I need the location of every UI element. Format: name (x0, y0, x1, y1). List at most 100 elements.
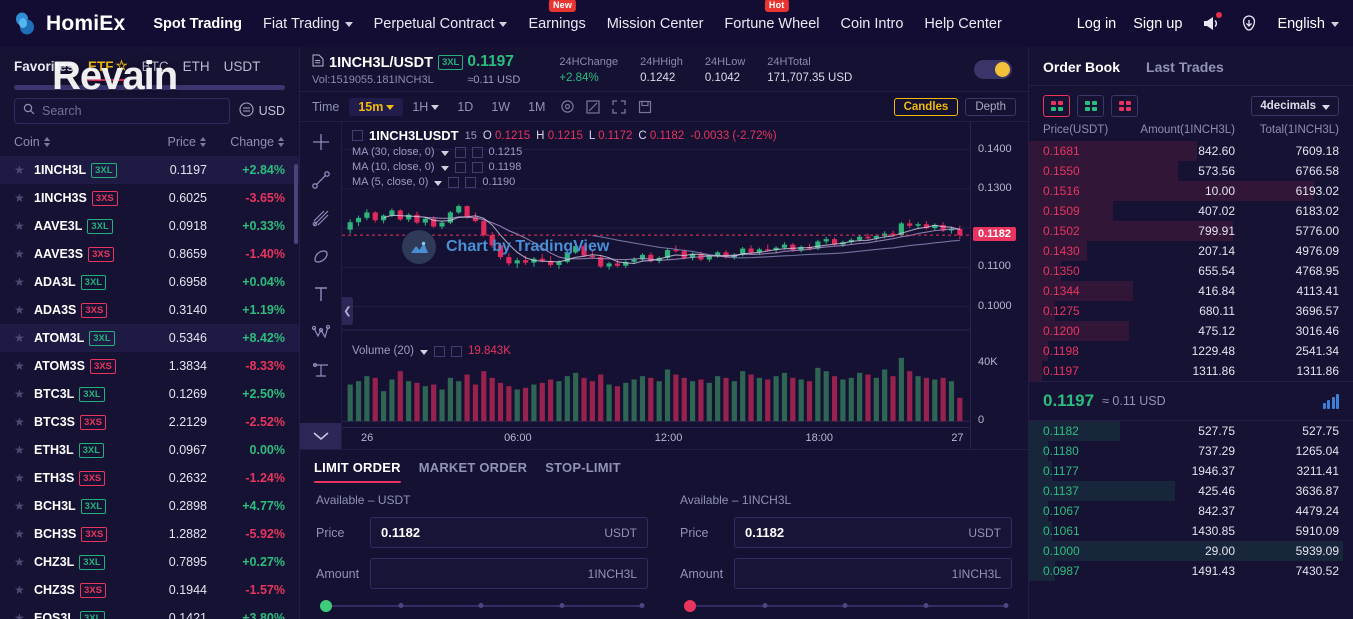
tab-favorites[interactable]: Favorites (14, 59, 74, 81)
order-book-row[interactable]: 0.1067 842.37 4479.24 (1029, 501, 1353, 521)
nav-spot-trading[interactable]: Spot Trading (153, 12, 242, 36)
coin-row[interactable]: ★ BCH3S 3XS 1.2882 -5.92% (0, 520, 299, 548)
both-view-icon[interactable] (1043, 95, 1070, 117)
slider-handle[interactable] (684, 600, 696, 612)
coin-row[interactable]: ★ EOS3L 3XL 0.1421 +3.80% (0, 604, 299, 619)
nav-earnings[interactable]: New Earnings (528, 0, 586, 36)
coin-row[interactable]: ★ AAVE3L 3XL 0.0918 +0.33% (0, 212, 299, 240)
slider-node[interactable] (559, 603, 564, 608)
sell-amount-input-wrap[interactable]: 1INCH3L (734, 558, 1012, 589)
tab-limit-order[interactable]: LIMIT ORDER (314, 460, 401, 483)
order-book-row[interactable]: 0.1509 407.02 6183.02 (1029, 201, 1353, 221)
coin-row[interactable]: ★ ETH3S 3XS 0.2632 -1.24% (0, 464, 299, 492)
slider-node[interactable] (1003, 603, 1009, 608)
order-book-row[interactable]: 0.1344 416.84 4113.41 (1029, 281, 1353, 301)
nav-fiat-trading[interactable]: Fiat Trading (263, 12, 353, 36)
logo[interactable]: HomiEx (12, 11, 125, 37)
pattern-icon[interactable] (309, 320, 333, 344)
fullscreen-icon[interactable] (606, 96, 632, 118)
coin-list[interactable]: ★ 1INCH3L 3XL 0.1197 +2.84% ★ 1INCH3S 3XS 0.6025… (0, 156, 299, 619)
favorite-star-icon[interactable]: ★ (14, 555, 27, 569)
buy-price-input[interactable] (381, 525, 605, 540)
favorite-star-icon[interactable]: ★ (14, 303, 27, 317)
nav-coin-intro[interactable]: Coin Intro (841, 12, 904, 36)
chevron-down-icon[interactable] (300, 423, 341, 449)
depth-button[interactable]: Depth (965, 97, 1016, 116)
language-selector[interactable]: English (1277, 16, 1339, 32)
coin-row[interactable]: ★ ADA3S 3XS 0.3140 +1.19% (0, 296, 299, 324)
order-book-row[interactable]: 0.1516 10.00 6193.02 (1029, 181, 1353, 201)
tab-usdt[interactable]: USDT (224, 59, 261, 81)
sell-price-input[interactable] (745, 525, 969, 540)
tab-btc[interactable]: BTC (142, 59, 169, 81)
order-book-row[interactable]: 0.1200 475.12 3016.46 (1029, 321, 1353, 341)
order-book-row[interactable]: 0.1197 1311.86 1311.86 (1029, 361, 1353, 381)
order-book-row[interactable]: 0.1137 425.46 3636.87 (1029, 481, 1353, 501)
close-icon[interactable] (451, 345, 463, 357)
buy-amount-input[interactable] (381, 566, 588, 581)
nav-fortune-wheel[interactable]: Hot Fortune Wheel (724, 0, 820, 36)
asks-list[interactable]: 0.1681 842.60 7609.18 0.1550 573.56 6766.58 0.… (1029, 141, 1353, 381)
timeframe-1d[interactable]: 1D (448, 98, 482, 116)
order-book-row[interactable]: 0.1198 1229.48 2541.34 (1029, 341, 1353, 361)
megaphone-icon[interactable] (1199, 11, 1223, 35)
slider-node[interactable] (842, 603, 848, 608)
favorite-star-icon[interactable]: ★ (14, 191, 27, 205)
favorite-star-icon[interactable]: ★ (14, 611, 27, 619)
sort-by-price[interactable]: Price (131, 135, 207, 149)
indicator-settings-icon[interactable] (554, 96, 580, 118)
slider-node[interactable] (478, 603, 484, 608)
coin-row[interactable]: ★ CHZ3L 3XL 0.7895 +0.27% (0, 548, 299, 576)
slider-handle[interactable] (320, 600, 332, 612)
asks-view-icon[interactable] (1111, 95, 1138, 117)
login-button[interactable]: Log in (1077, 16, 1117, 32)
measure-icon[interactable] (309, 358, 333, 382)
coin-row[interactable]: ★ BTC3L 3XL 0.1269 +2.50% (0, 380, 299, 408)
bids-list[interactable]: 0.1182 527.75 527.75 0.1180 737.29 1265.04 0.1… (1029, 421, 1353, 581)
coin-row[interactable]: ★ ATOM3L 3XL 0.5346 +8.42% (0, 324, 299, 352)
decimals-selector[interactable]: 4decimals (1251, 96, 1339, 116)
tab-stop-limit[interactable]: STOP-LIMIT (545, 460, 620, 483)
favorite-star-icon[interactable]: ★ (14, 415, 27, 429)
timeframe-1m[interactable]: 1M (519, 98, 554, 116)
buy-price-input-wrap[interactable]: USDT (370, 517, 648, 548)
coin-row[interactable]: ★ ETH3L 3XL 0.0967 0.00% (0, 436, 299, 464)
coin-row[interactable]: ★ CHZ3S 3XS 0.1944 -1.57% (0, 576, 299, 604)
coin-row[interactable]: ★ 1INCH3S 3XS 0.6025 -3.65% (0, 184, 299, 212)
order-book-row[interactable]: 0.1502 799.91 5776.00 (1029, 221, 1353, 241)
bids-view-icon[interactable] (1077, 95, 1104, 117)
order-book-row[interactable]: 0.1177 1946.37 3211.41 (1029, 461, 1353, 481)
brush-icon[interactable] (309, 244, 333, 268)
timeframe-1w[interactable]: 1W (482, 98, 519, 116)
save-icon[interactable] (632, 96, 658, 118)
search-input[interactable] (42, 104, 221, 118)
nav-help-center[interactable]: Help Center (924, 12, 1001, 36)
favorite-star-icon[interactable]: ★ (14, 247, 27, 261)
favorite-star-icon[interactable]: ★ (14, 443, 27, 457)
signup-button[interactable]: Sign up (1133, 16, 1182, 32)
tab-market-order[interactable]: MARKET ORDER (419, 460, 528, 483)
sell-price-input-wrap[interactable]: USDT (734, 517, 1012, 548)
tab-order-book[interactable]: Order Book (1043, 59, 1120, 85)
price-axis[interactable]: 0.1400 0.1300 0.1100 0.1000 0.1182 40K 0 (970, 122, 1028, 449)
order-book-row[interactable]: 0.1180 737.29 1265.04 (1029, 441, 1353, 461)
favorite-star-icon[interactable]: ★ (14, 163, 27, 177)
trend-line-icon[interactable] (309, 168, 333, 192)
coin-row[interactable]: ★ ATOM3S 3XS 1.3834 -8.33% (0, 352, 299, 380)
collapse-left-icon[interactable]: ❮ (342, 297, 353, 325)
favorite-star-icon[interactable]: ★ (14, 583, 27, 597)
favorite-star-icon[interactable]: ★ (14, 275, 27, 289)
nav-mission-center[interactable]: Mission Center (607, 12, 704, 36)
coin-row[interactable]: ★ ADA3L 3XL 0.6958 +0.04% (0, 268, 299, 296)
sell-amount-slider[interactable] (684, 599, 1009, 613)
favorite-star-icon[interactable]: ★ (14, 387, 27, 401)
slider-node[interactable] (639, 603, 645, 608)
candles-button[interactable]: Candles (893, 97, 959, 116)
coin-list-scrollbar[interactable] (294, 164, 298, 244)
favorite-star-icon[interactable]: ★ (14, 331, 27, 345)
tab-last-trades[interactable]: Last Trades (1146, 59, 1224, 85)
settings-icon[interactable] (434, 345, 446, 357)
crosshair-icon[interactable] (309, 130, 333, 154)
timeframe-1h[interactable]: 1H (403, 98, 448, 116)
order-book-row[interactable]: 0.1681 842.60 7609.18 (1029, 141, 1353, 161)
